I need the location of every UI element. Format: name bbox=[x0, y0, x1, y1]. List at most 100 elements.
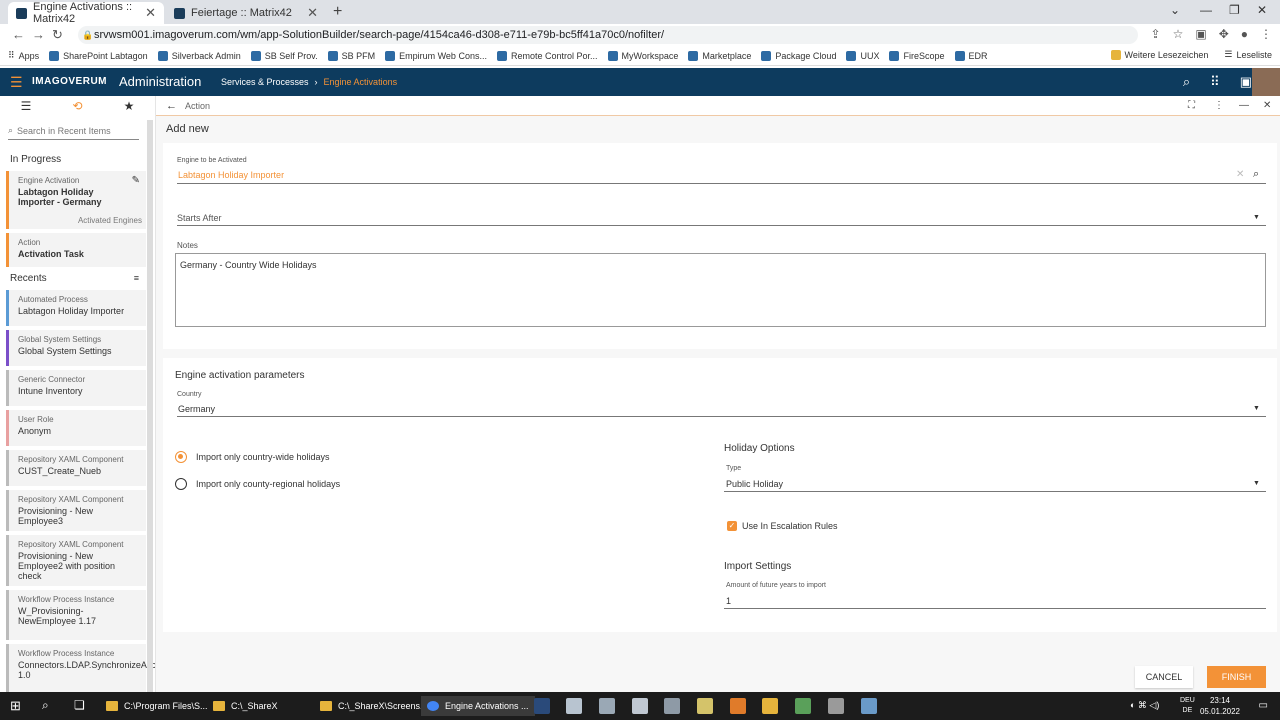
back-icon[interactable]: ← bbox=[12, 27, 25, 42]
years-value[interactable]: 1 bbox=[726, 596, 731, 606]
finish-button[interactable]: FINISH bbox=[1207, 666, 1266, 688]
radio-country-wide[interactable] bbox=[175, 451, 187, 463]
tray-icons[interactable]: ◐ ⌘ ◁) bbox=[1130, 700, 1159, 711]
minimize-button[interactable]: — bbox=[1200, 3, 1212, 17]
type-value[interactable]: Public Holiday bbox=[726, 479, 783, 489]
avatar[interactable] bbox=[1252, 68, 1280, 96]
bookmark[interactable]: FireScope bbox=[889, 50, 945, 61]
extension-icon[interactable]: ▣ bbox=[1195, 27, 1206, 41]
taskbar-item[interactable]: C:\_ShareX bbox=[207, 696, 284, 716]
app-icon[interactable] bbox=[795, 698, 811, 714]
radio-country-wide-label[interactable]: Import only country-wide holidays bbox=[196, 452, 330, 462]
radio-regional[interactable] bbox=[175, 478, 187, 490]
country-field[interactable] bbox=[177, 416, 1266, 417]
years-field[interactable] bbox=[724, 608, 1266, 609]
app-icon[interactable] bbox=[566, 698, 582, 714]
gear-icon[interactable] bbox=[828, 698, 844, 714]
app-icon[interactable] bbox=[697, 698, 713, 714]
country-value[interactable]: Germany bbox=[178, 404, 215, 414]
puzzle-icon[interactable]: ✥ bbox=[1219, 27, 1229, 41]
engine-value[interactable]: Labtagon Holiday Importer bbox=[178, 170, 284, 180]
taskbar-item[interactable]: C:\Program Files\S... bbox=[100, 696, 214, 716]
dropdown-caret-icon[interactable]: ▼ bbox=[1253, 480, 1260, 487]
bookmark[interactable]: Package Cloud bbox=[761, 50, 836, 61]
new-tab-button[interactable]: + bbox=[333, 3, 342, 21]
engine-field[interactable] bbox=[177, 183, 1266, 184]
bookmark-star-icon[interactable]: ☆ bbox=[1173, 27, 1184, 41]
presentation-icon[interactable]: ▣ bbox=[1240, 74, 1252, 90]
bookmark[interactable]: SB Self Prov. bbox=[250, 50, 318, 61]
breadcrumb-engine-activations[interactable]: Engine Activations bbox=[324, 77, 398, 87]
in-progress-item[interactable]: Action Activation Task bbox=[6, 233, 146, 267]
bookmark[interactable]: EDR bbox=[954, 50, 988, 61]
app-icon[interactable] bbox=[599, 698, 615, 714]
recent-item[interactable]: User Role Anonym bbox=[6, 410, 146, 446]
task-view-icon[interactable]: ❏ bbox=[74, 698, 85, 712]
reload-icon[interactable]: ↻ bbox=[52, 27, 63, 43]
escalation-checkbox[interactable]: ✓ bbox=[727, 521, 737, 531]
dropdown-caret-icon[interactable]: ▼ bbox=[1253, 214, 1260, 221]
more-options-icon[interactable]: ⋮ bbox=[1214, 100, 1224, 111]
history-icon[interactable]: ⟲ bbox=[72, 99, 82, 113]
hamburger-menu-icon[interactable]: ☰ bbox=[10, 74, 23, 91]
dropdown-caret-icon[interactable]: ▼ bbox=[1253, 405, 1260, 412]
menu-icon[interactable]: ⋮ bbox=[1260, 27, 1272, 41]
recent-item[interactable]: Repository XAML Component CUST_Create_Nue… bbox=[6, 450, 146, 486]
radio-regional-label[interactable]: Import only county-regional holidays bbox=[196, 479, 340, 489]
scrollbar[interactable] bbox=[147, 120, 153, 692]
search-icon[interactable]: ⌕ bbox=[1183, 74, 1190, 90]
app-icon[interactable] bbox=[664, 698, 680, 714]
notes-textarea[interactable]: Germany - Country Wide Holidays bbox=[175, 253, 1266, 327]
expand-icon[interactable]: ⛶ bbox=[1188, 100, 1195, 111]
app-icon[interactable] bbox=[632, 698, 648, 714]
app-icon[interactable] bbox=[730, 698, 746, 714]
escalation-label[interactable]: Use In Escalation Rules bbox=[742, 521, 838, 531]
app-icon[interactable] bbox=[762, 698, 778, 714]
search-icon[interactable]: ⌕ bbox=[1253, 168, 1259, 181]
browser-tab-active[interactable]: Engine Activations :: Matrix42 ✕ bbox=[8, 1, 164, 25]
taskbar-item-active[interactable]: Engine Activations ... bbox=[421, 696, 535, 716]
tab-search-icon[interactable]: ⌄ bbox=[1170, 3, 1180, 17]
share-icon[interactable]: ⇪ bbox=[1151, 27, 1161, 41]
language-indicator[interactable]: DEU DE bbox=[1180, 696, 1195, 716]
browser-tab[interactable]: Feiertage :: Matrix42 ✕ bbox=[166, 2, 326, 24]
minimize-icon[interactable]: — bbox=[1239, 100, 1249, 111]
close-icon[interactable]: ✕ bbox=[1263, 100, 1271, 111]
bookmark[interactable]: Marketplace bbox=[688, 50, 751, 61]
window-close-button[interactable]: ✕ bbox=[1257, 3, 1267, 17]
app-icon[interactable] bbox=[534, 698, 550, 714]
edit-icon[interactable]: ✎ bbox=[132, 175, 140, 186]
recent-item[interactable]: Workflow Process Instance Connectors.LDAP… bbox=[6, 644, 155, 692]
starts-after-field[interactable]: Starts After bbox=[177, 213, 222, 223]
bookmark[interactable]: SB PFM bbox=[327, 50, 375, 61]
apps-grid-icon[interactable]: ⠿ bbox=[1210, 74, 1220, 90]
bookmark[interactable]: UUX bbox=[846, 50, 879, 61]
cancel-button[interactable]: CANCEL bbox=[1135, 666, 1193, 688]
app-icon[interactable] bbox=[861, 698, 877, 714]
taskbar-item[interactable]: C:\_ShareX\Screens... bbox=[314, 696, 434, 716]
bookmark[interactable]: Empirum Web Cons... bbox=[385, 50, 487, 61]
clock[interactable]: 23:14 05.01.2022 bbox=[1200, 695, 1240, 717]
bookmark[interactable]: MyWorkspace bbox=[607, 50, 678, 61]
app-title[interactable]: Administration bbox=[119, 74, 201, 89]
notification-icon[interactable]: ▭ bbox=[1259, 700, 1268, 711]
recent-item[interactable]: Repository XAML Component Provisioning - … bbox=[6, 490, 146, 531]
type-field[interactable] bbox=[724, 491, 1266, 492]
back-arrow-icon[interactable]: ← bbox=[166, 100, 177, 112]
recent-item[interactable]: Global System Settings Global System Sett… bbox=[6, 330, 146, 366]
search-icon[interactable]: ⌕ bbox=[42, 698, 49, 713]
bookmark-folder-more[interactable]: Weitere Lesezeichen bbox=[1110, 49, 1208, 60]
profile-icon[interactable]: ● bbox=[1241, 27, 1248, 41]
breadcrumb-services[interactable]: Services & Processes bbox=[221, 77, 309, 87]
bookmark[interactable]: Silverback Admin bbox=[157, 50, 241, 61]
windows-start-icon[interactable]: ⊞ bbox=[10, 698, 21, 714]
url-field[interactable]: 🔒 srvwsm001.imagoverum.com/wm/app-Soluti… bbox=[78, 26, 1138, 44]
close-icon[interactable]: ✕ bbox=[145, 5, 156, 21]
list-icon[interactable]: ☰ bbox=[21, 99, 32, 113]
clear-list-icon[interactable]: ≡ bbox=[134, 273, 139, 283]
clear-icon[interactable]: ✕ bbox=[1236, 169, 1244, 180]
star-icon[interactable]: ★ bbox=[124, 99, 135, 113]
recent-item[interactable]: Automated Process Labtagon Holiday Import… bbox=[6, 290, 146, 326]
recent-item[interactable]: Repository XAML Component Provisioning - … bbox=[6, 535, 146, 586]
recent-item[interactable]: Workflow Process Instance W_Provisioning-… bbox=[6, 590, 146, 640]
